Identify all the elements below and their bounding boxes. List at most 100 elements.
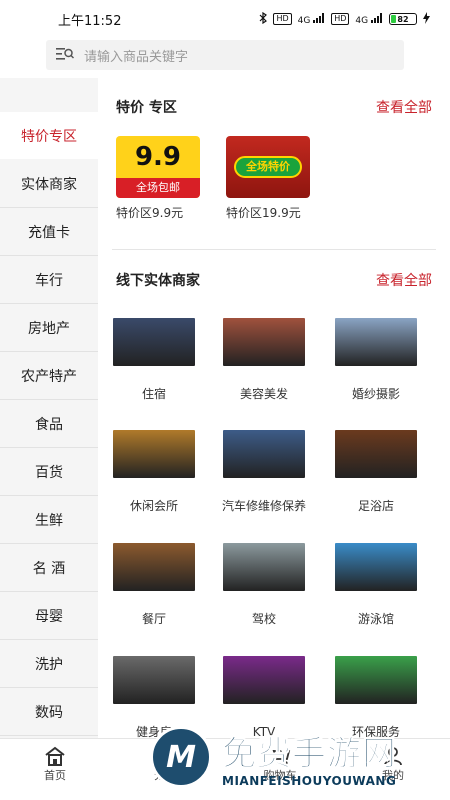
home-icon — [20, 745, 90, 767]
search-menu-icon — [56, 46, 75, 65]
sidebar-item-liquor[interactable]: 名 酒 — [0, 545, 98, 592]
merchant-photo — [223, 656, 305, 704]
specials-header: 特价 专区 查看全部 — [98, 95, 450, 119]
merchant-photo — [223, 318, 305, 366]
category-icon — [130, 745, 200, 767]
status-bar: 上午11:52 HD 4G HD 4G 82 — [0, 0, 450, 38]
status-time: 上午11:52 — [58, 13, 122, 29]
merchant-item[interactable]: 游泳馆 — [328, 543, 424, 627]
charging-icon — [423, 11, 430, 27]
sidebar-item-label: 母婴 — [35, 609, 63, 625]
special-item-9-9[interactable]: 9.9 全场包邮 特价区9.9元 — [116, 136, 200, 221]
merchant-item[interactable]: 住宿 — [106, 318, 202, 402]
merchant-label: 美容美发 — [239, 387, 288, 401]
sidebar-item-label: 食品 — [35, 417, 63, 433]
sidebar-item-label: 洗护 — [35, 657, 63, 673]
tab-category[interactable]: 分类 — [130, 745, 200, 783]
sidebar-item-label: 数码 — [35, 705, 63, 721]
tab-home[interactable]: 首页 — [20, 745, 90, 783]
tab-me[interactable]: 我的 — [358, 745, 428, 783]
section-divider — [112, 249, 436, 250]
special-caption: 特价区9.9元 — [116, 206, 184, 220]
specials-title: 特价 专区 — [116, 100, 177, 116]
merchant-photo — [335, 543, 417, 591]
merchant-photo — [335, 318, 417, 366]
sidebar-item-label: 生鲜 — [35, 513, 63, 529]
sidebar-item-general[interactable]: 百货 — [0, 449, 98, 496]
merchant-photo — [113, 318, 195, 366]
specials-view-all-link[interactable]: 查看全部 — [376, 97, 432, 117]
merchant-label: KTV — [252, 725, 276, 738]
search-input[interactable]: 请输入商品关键字 — [46, 40, 404, 70]
tab-label: 分类 — [154, 769, 176, 782]
sidebar-item-farm[interactable]: 农产特产 — [0, 353, 98, 400]
sidebar-item-cars[interactable]: 车行 — [0, 257, 98, 304]
merchant-photo — [113, 656, 195, 704]
search-placeholder: 请输入商品关键字 — [84, 49, 189, 65]
merchant-photo — [223, 543, 305, 591]
merchant-item[interactable]: 汽车修维修保养 — [216, 430, 312, 514]
network-type: 4G — [297, 15, 311, 26]
network-type-2: 4G — [355, 15, 369, 26]
merchant-item[interactable]: 环保服务 — [328, 656, 424, 738]
merchant-item[interactable]: 健身房 — [106, 656, 202, 738]
thumb-badge-text: 全场特价 — [234, 156, 302, 178]
battery-icon: 82 — [389, 13, 417, 25]
merchant-item[interactable]: 驾校 — [216, 543, 312, 627]
sidebar-item-label: 百货 — [35, 465, 63, 481]
merchant-item[interactable]: 足浴店 — [328, 430, 424, 514]
bluetooth-icon — [259, 11, 268, 27]
merchant-item[interactable]: 美容美发 — [216, 318, 312, 402]
tab-cart[interactable]: 购物车 — [245, 745, 315, 783]
merchant-item[interactable]: 休闲会所 — [106, 430, 202, 514]
status-icons: HD 4G HD 4G 82 — [259, 11, 430, 27]
merchant-item[interactable]: 婚纱摄影 — [328, 318, 424, 402]
merchant-label: 足浴店 — [357, 499, 394, 513]
thumb-big-text: 9.9 — [134, 142, 182, 172]
cart-icon — [245, 745, 315, 767]
sidebar-item-specials[interactable]: 特价专区 — [0, 112, 98, 159]
sidebar-item-care[interactable]: 洗护 — [0, 641, 98, 688]
merchant-item[interactable]: 餐厅 — [106, 543, 202, 627]
sidebar-item-merchants[interactable]: 实体商家 — [0, 161, 98, 208]
sidebar-item-food[interactable]: 食品 — [0, 401, 98, 448]
tab-label: 购物车 — [263, 769, 297, 782]
merchants-view-all-link[interactable]: 查看全部 — [376, 270, 432, 290]
bottom-tab-bar: 首页 分类 购物车 我的 — [0, 738, 450, 800]
merchant-label: 驾校 — [251, 612, 276, 626]
sidebar-item-label: 特价专区 — [21, 128, 77, 145]
merchant-label: 游泳馆 — [357, 612, 394, 626]
merchants-header: 线下实体商家 查看全部 — [98, 268, 450, 292]
sidebar-item-fresh[interactable]: 生鲜 — [0, 497, 98, 544]
special-thumb-9-9: 9.9 全场包邮 — [116, 136, 200, 198]
thumb-band-text: 全场包邮 — [116, 178, 200, 198]
merchant-label: 住宿 — [141, 387, 166, 401]
sidebar-item-label: 实体商家 — [21, 177, 77, 193]
special-item-19-9[interactable]: 全场特价 特价区19.9元 — [226, 136, 310, 221]
merchant-label: 健身房 — [135, 725, 172, 738]
signal-icon-2: 4G — [355, 12, 383, 26]
merchant-photo — [335, 656, 417, 704]
sidebar-item-digital[interactable]: 数码 — [0, 689, 98, 736]
merchant-photo — [113, 430, 195, 478]
merchant-label: 环保服务 — [351, 725, 400, 738]
sidebar-item-recharge[interactable]: 充值卡 — [0, 209, 98, 256]
sidebar-item-label: 充值卡 — [28, 225, 70, 241]
hd-badge-2: HD — [331, 13, 350, 25]
sidebar-item-baby[interactable]: 母婴 — [0, 593, 98, 640]
merchant-label: 婚纱摄影 — [351, 387, 400, 401]
merchant-item[interactable]: KTV — [216, 656, 312, 738]
hd-badge: HD — [273, 13, 292, 25]
sidebar-item-label: 名 酒 — [32, 561, 66, 577]
sidebar-item-label: 房地产 — [28, 321, 70, 337]
merchant-label: 休闲会所 — [129, 499, 178, 513]
tab-label: 首页 — [44, 769, 66, 782]
signal-icon: 4G — [297, 12, 326, 26]
sidebar-item-label: 农产特产 — [21, 369, 77, 385]
sidebar-item-label: 车行 — [35, 273, 63, 289]
category-sidebar: 特价专区 实体商家 充值卡 车行 房地产 农产特产 食品 百货 生鲜 名 酒 母… — [0, 78, 98, 738]
merchant-photo — [223, 430, 305, 478]
sidebar-item-realestate[interactable]: 房地产 — [0, 305, 98, 352]
main-content: 特价 专区 查看全部 9.9 全场包邮 特价区9.9元 全场特价 特价区19.9… — [98, 78, 450, 738]
tab-label: 我的 — [382, 769, 404, 782]
